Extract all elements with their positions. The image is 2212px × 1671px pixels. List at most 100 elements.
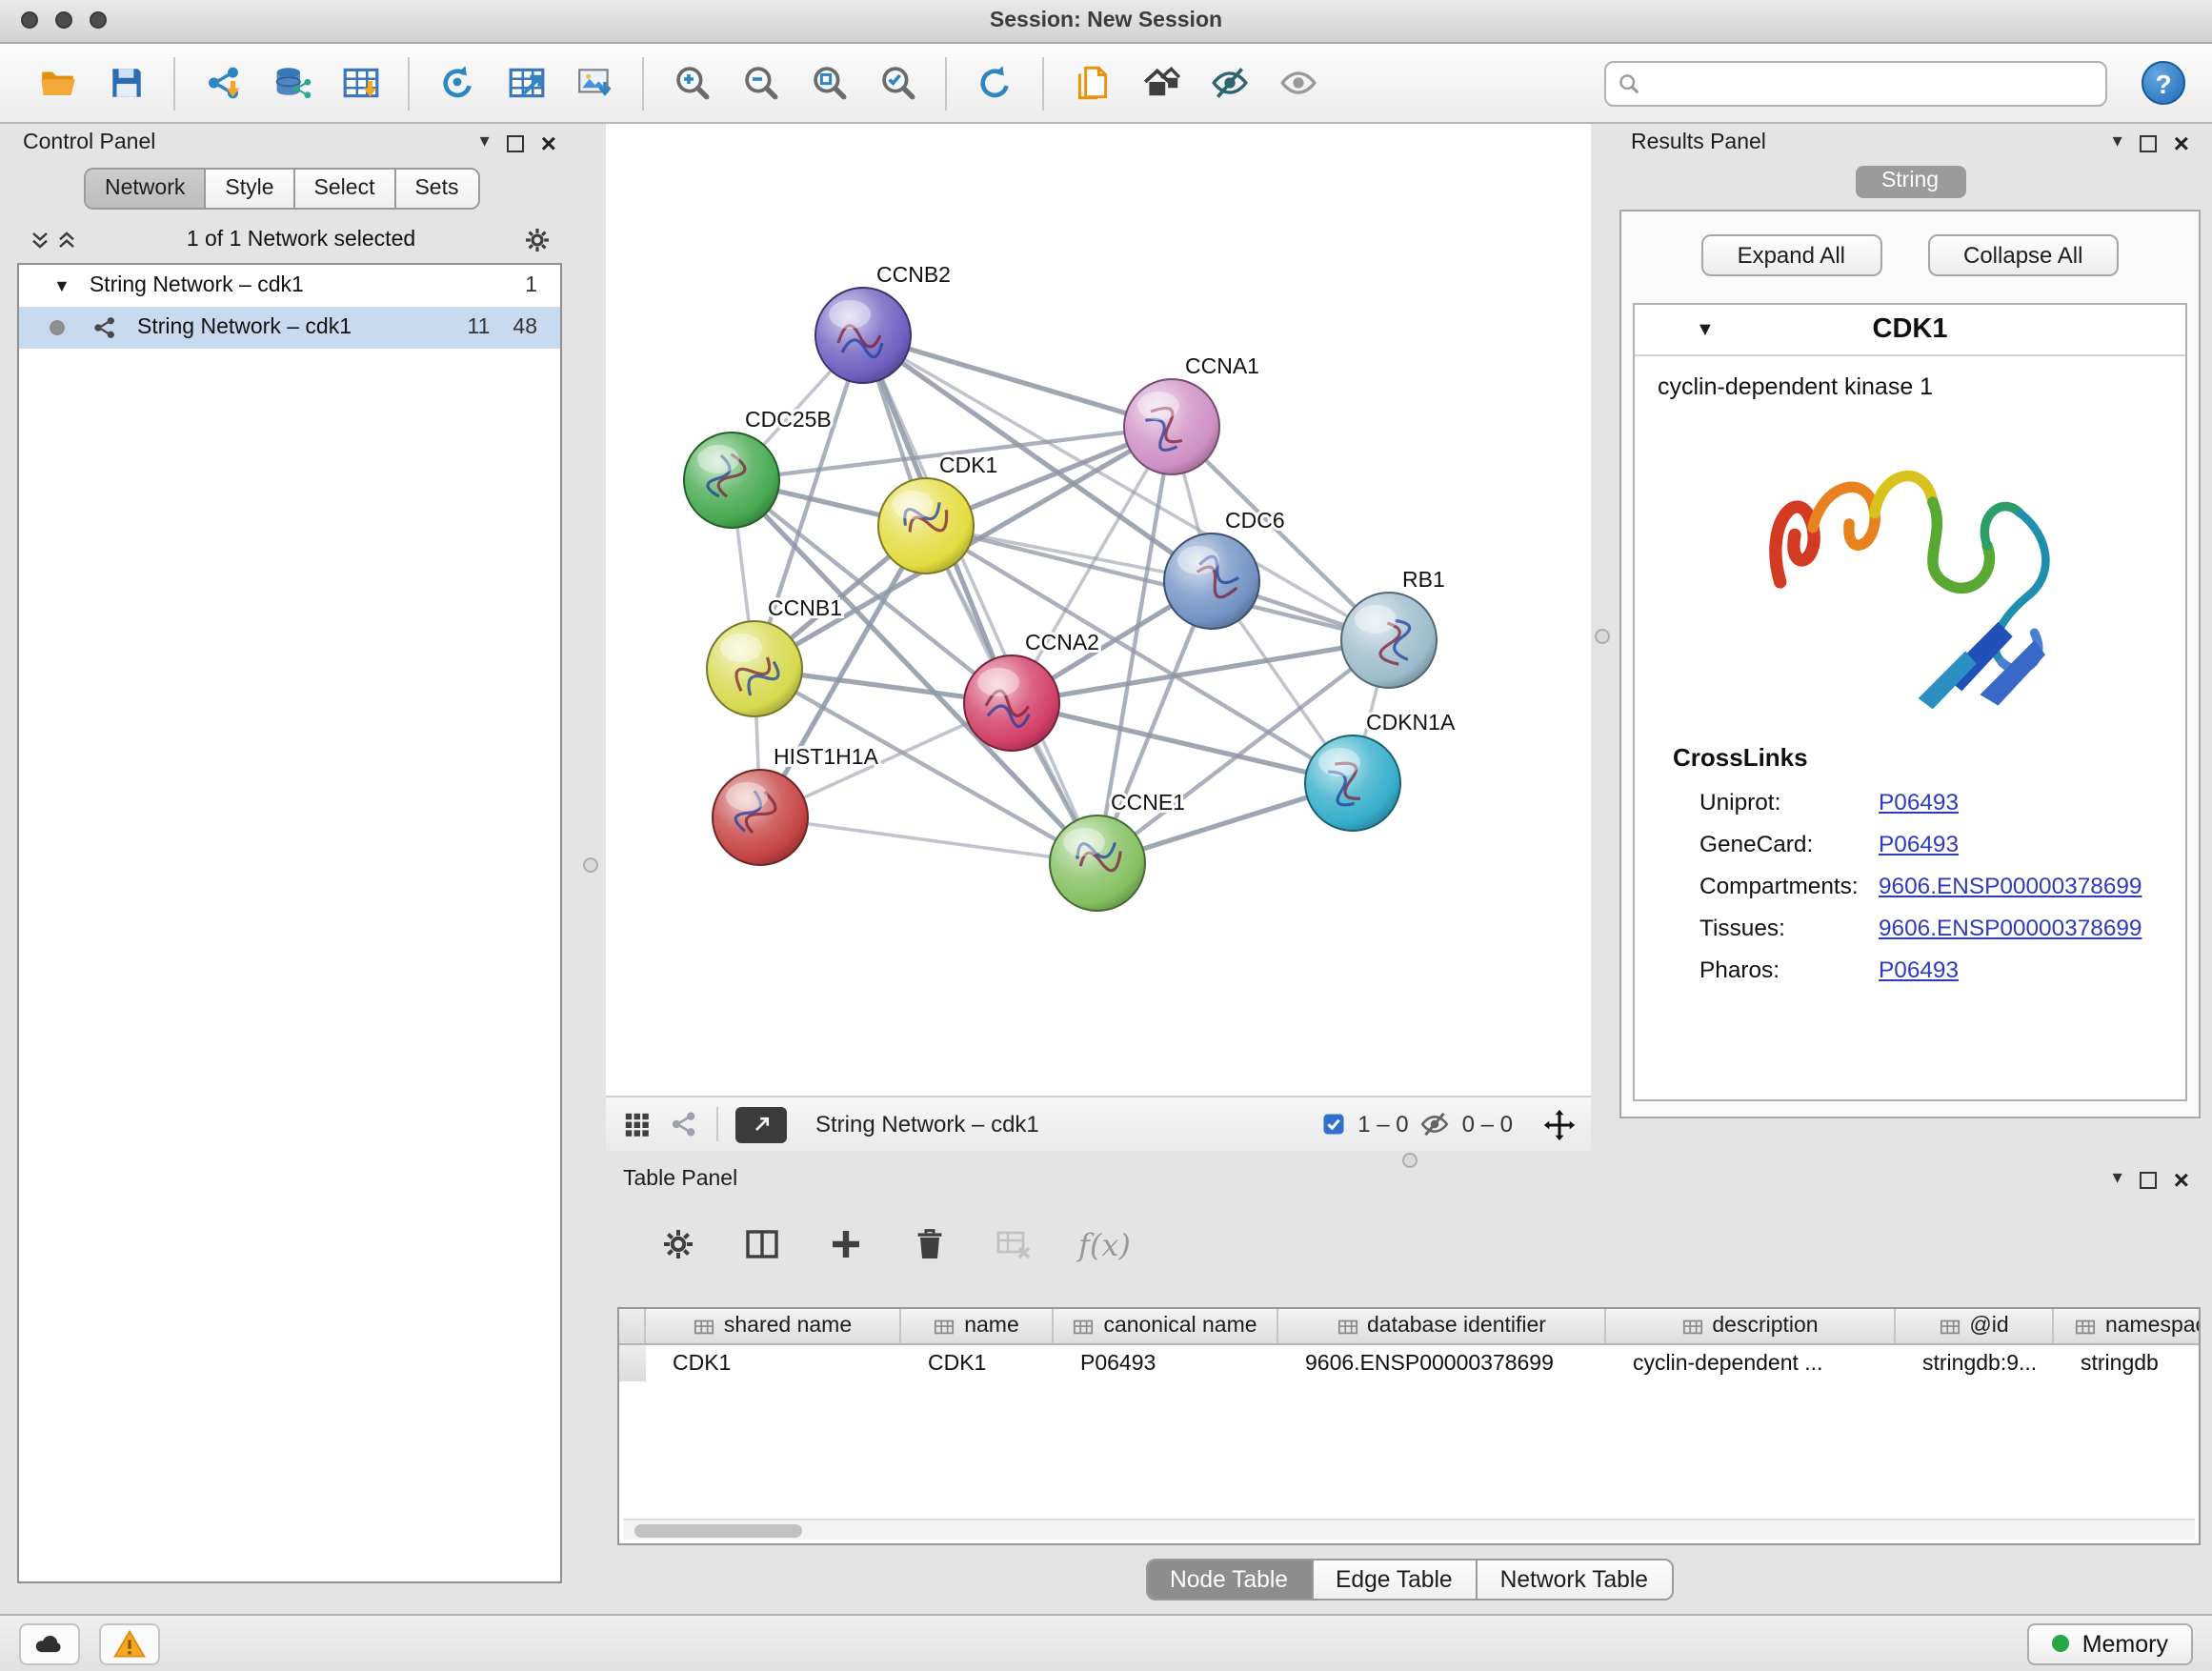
panel-close-icon[interactable]: ×	[541, 130, 556, 156]
network-node-ccnb1[interactable]: CCNB1	[707, 595, 842, 716]
network-graph[interactable]: CCNB2CCNA1CDC25BCDK1CDC6RB1CCNB1CCNA2CDK…	[606, 124, 1591, 1096]
export-image-button[interactable]	[564, 52, 625, 113]
table-row[interactable]: CDK1CDK1P064939606.ENSP00000378699cyclin…	[619, 1345, 2199, 1381]
network-options-gear-icon[interactable]	[522, 225, 553, 255]
grid-view-icon[interactable]	[621, 1109, 652, 1139]
crosslink-link[interactable]: P06493	[1879, 789, 1959, 815]
panel-float-icon[interactable]	[2140, 1171, 2157, 1188]
network-node-ccnb2[interactable]: CCNB2	[815, 262, 951, 383]
expand-all-button[interactable]: Expand All	[1701, 234, 1881, 276]
table-cell[interactable]: stringdb:9...	[1896, 1352, 2054, 1375]
function-builder-button[interactable]: f(x)	[1078, 1226, 1131, 1262]
import-network-file-button[interactable]	[192, 52, 253, 113]
disclosure-triangle-icon[interactable]: ▼	[53, 276, 70, 295]
network-node-ccna1[interactable]: CCNA1	[1124, 353, 1259, 474]
search-box[interactable]	[1604, 60, 2107, 106]
import-network-database-button[interactable]	[261, 52, 322, 113]
panel-menu-icon[interactable]: ▾	[2113, 1170, 2122, 1189]
table-cell[interactable]: stringdb	[2054, 1352, 2201, 1375]
tab-network-table[interactable]: Network Table	[1478, 1560, 1671, 1599]
tab-sets[interactable]: Sets	[395, 170, 477, 208]
save-session-button[interactable]	[95, 52, 156, 113]
tab-string[interactable]: String	[1855, 166, 1965, 198]
zoom-in-button[interactable]	[661, 52, 722, 113]
table-cell[interactable]: P06493	[1054, 1352, 1278, 1375]
birdseye-view-button[interactable]	[735, 1106, 787, 1142]
delete-column-icon[interactable]	[911, 1225, 949, 1263]
home-button[interactable]	[1130, 52, 1191, 113]
column-header--id[interactable]: @id	[1896, 1309, 2054, 1343]
node-detail-header[interactable]: ▼ CDK1	[1635, 305, 2185, 356]
table-cell[interactable]: CDK1	[901, 1352, 1054, 1375]
network-node-cdk1[interactable]: CDK1	[878, 453, 997, 574]
column-header-namespac[interactable]: namespac	[2054, 1309, 2201, 1343]
search-input[interactable]	[1650, 70, 2094, 96]
tab-network[interactable]: Network	[86, 170, 206, 208]
tab-select[interactable]: Select	[295, 170, 396, 208]
annotation-button[interactable]	[1061, 52, 1122, 113]
add-column-icon[interactable]	[827, 1225, 865, 1263]
panel-menu-icon[interactable]: ▾	[2113, 133, 2122, 152]
column-header-shared-name[interactable]: shared name	[646, 1309, 901, 1343]
new-table-button[interactable]	[495, 52, 556, 113]
network-collection-row[interactable]: ▼ String Network – cdk1 1	[19, 265, 560, 307]
cloud-button[interactable]	[19, 1622, 80, 1664]
network-edge[interactable]	[863, 335, 1097, 863]
minimize-window-button[interactable]	[55, 11, 72, 29]
crosslink-link[interactable]: 9606.ENSP00000378699	[1879, 873, 2142, 899]
crosslink-link[interactable]: 9606.ENSP00000378699	[1879, 915, 2142, 941]
move-crosshair-icon[interactable]	[1543, 1108, 1576, 1140]
zoom-fit-button[interactable]	[798, 52, 859, 113]
network-node-hist1h1a[interactable]: HIST1H1A	[713, 744, 879, 865]
hidden-eye-slash-icon[interactable]	[1420, 1109, 1451, 1139]
tab-node-table[interactable]: Node Table	[1147, 1560, 1313, 1599]
column-header-database-identifier[interactable]: database identifier	[1278, 1309, 1606, 1343]
open-session-button[interactable]	[27, 52, 88, 113]
hide-show-button[interactable]	[1198, 52, 1259, 113]
network-share-icon[interactable]	[669, 1109, 699, 1139]
scrollbar-thumb[interactable]	[634, 1523, 802, 1537]
network-node-cdc25b[interactable]: CDC25B	[684, 407, 832, 528]
apply-layout-button[interactable]	[964, 52, 1025, 113]
crosslink-link[interactable]: P06493	[1879, 956, 1959, 983]
selected-checkbox-icon[interactable]	[1319, 1111, 1346, 1137]
network-row-selected[interactable]: String Network – cdk1 11 48	[19, 307, 560, 349]
row-selector[interactable]	[619, 1345, 646, 1381]
network-node-cdkn1a[interactable]: CDKN1A	[1305, 710, 1456, 831]
memory-button[interactable]: Memory	[2027, 1622, 2193, 1664]
horizontal-scrollbar[interactable]	[623, 1519, 2195, 1540]
crosslink-link[interactable]: P06493	[1879, 831, 1959, 857]
collapse-all-icon[interactable]	[53, 227, 80, 253]
disclosure-triangle-icon[interactable]: ▼	[1696, 319, 1715, 340]
panel-menu-icon[interactable]: ▾	[480, 133, 490, 152]
zoom-window-button[interactable]	[90, 11, 107, 29]
table-cell[interactable]: cyclin-dependent ...	[1606, 1352, 1896, 1375]
bottom-splitter-grip[interactable]	[1402, 1153, 1418, 1168]
show-columns-icon[interactable]	[743, 1225, 781, 1263]
column-header-description[interactable]: description	[1606, 1309, 1896, 1343]
panel-float-icon[interactable]	[507, 134, 524, 151]
close-window-button[interactable]	[21, 11, 38, 29]
expand-all-icon[interactable]	[27, 227, 53, 253]
table-cell[interactable]: CDK1	[646, 1352, 901, 1375]
new-network-button[interactable]	[427, 52, 488, 113]
column-header-canonical-name[interactable]: canonical name	[1054, 1309, 1278, 1343]
tab-edge-table[interactable]: Edge Table	[1313, 1560, 1478, 1599]
panel-close-icon[interactable]: ×	[2174, 130, 2189, 156]
preview-button[interactable]	[1267, 52, 1328, 113]
left-splitter-grip[interactable]	[583, 857, 598, 873]
panel-close-icon[interactable]: ×	[2174, 1166, 2189, 1193]
help-button[interactable]: ?	[2142, 61, 2185, 105]
panel-float-icon[interactable]	[2140, 134, 2157, 151]
column-header-name[interactable]: name	[901, 1309, 1054, 1343]
import-table-button[interactable]	[330, 52, 391, 113]
right-splitter-grip[interactable]	[1595, 629, 1610, 644]
warnings-button[interactable]	[99, 1622, 160, 1664]
network-edge[interactable]	[1012, 703, 1353, 783]
network-edge[interactable]	[760, 817, 1097, 863]
zoom-out-button[interactable]	[730, 52, 791, 113]
network-canvas[interactable]: CCNB2CCNA1CDC25BCDK1CDC6RB1CCNB1CCNA2CDK…	[606, 124, 1591, 1096]
collapse-all-button[interactable]: Collapse All	[1927, 234, 2119, 276]
table-options-gear-icon[interactable]	[659, 1225, 697, 1263]
table-cell[interactable]: 9606.ENSP00000378699	[1278, 1352, 1606, 1375]
